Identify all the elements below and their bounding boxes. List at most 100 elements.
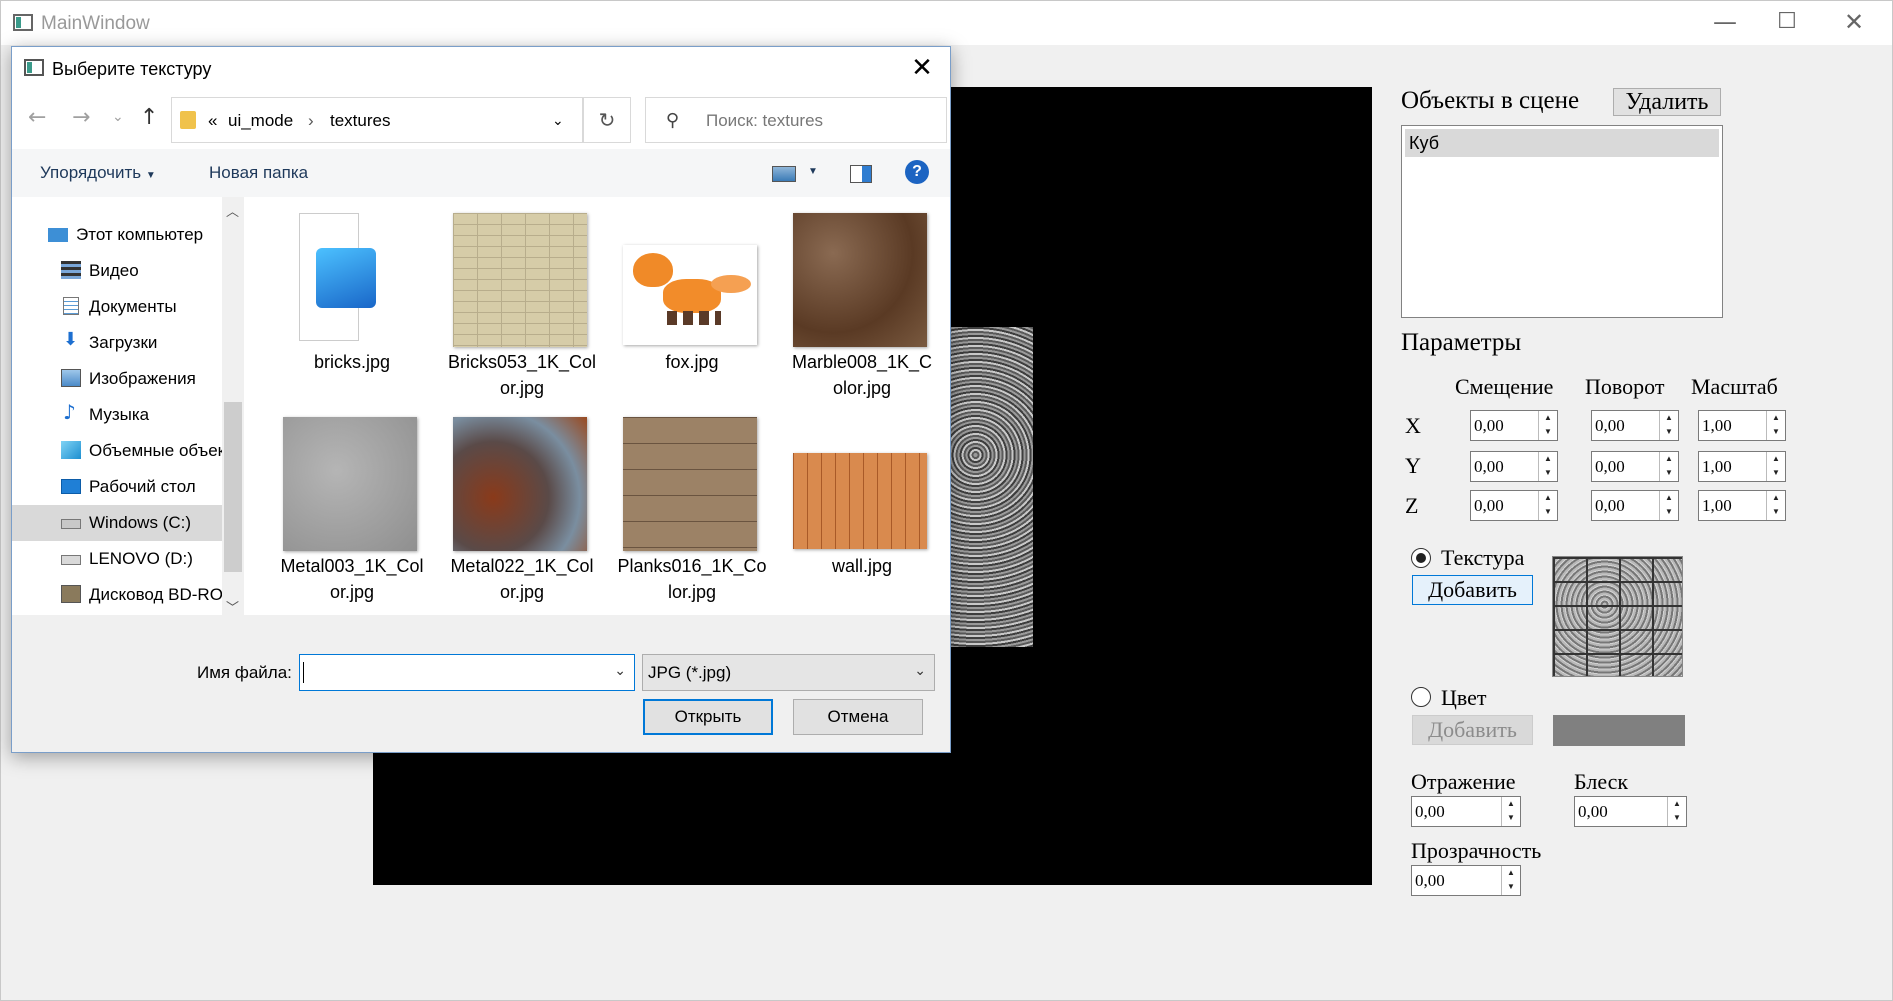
sidebar-item-video[interactable]: Видео — [12, 253, 222, 289]
file-dialog: Выберите текстуру ✕ ← → ⌄ ↑ « ui_mode › … — [11, 46, 951, 753]
params-title: Параметры — [1401, 329, 1522, 356]
address-dropdown-icon[interactable]: ⌄ — [552, 113, 564, 129]
spin-arrows[interactable]: ▲ ▼ — [1667, 797, 1686, 826]
view-options-chevron-icon[interactable]: ▼ — [808, 166, 818, 177]
scale-x-spinbox[interactable]: 1,00 ▲ ▼ — [1698, 410, 1786, 441]
metal003-thumbnail — [283, 417, 417, 551]
file-type-filter[interactable]: JPG (*.jpg) ⌄ — [642, 654, 935, 691]
scale-header: Масштаб — [1691, 374, 1778, 399]
sidebar-item-3d-objects[interactable]: Объемные объекты — [12, 433, 222, 469]
folder-icon — [180, 111, 196, 129]
breadcrumb-ui-mode[interactable]: ui_mode — [228, 111, 293, 131]
scroll-up-icon[interactable]: ︿ — [226, 201, 239, 220]
add-texture-button[interactable]: Добавить — [1412, 575, 1533, 605]
dialog-toolbar: Упорядочить ▼ Новая папка ▼ ? — [12, 149, 950, 197]
navigation-pane: Этот компьютер Видео Документы ⬇ Загрузк… — [12, 197, 222, 615]
chevron-down-icon: ▼ — [145, 170, 156, 181]
sidebar-item-bd-rom[interactable]: Дисковод BD-ROM — [12, 577, 222, 613]
sidebar-item-this-pc[interactable]: Этот компьютер — [12, 217, 222, 253]
view-mode-icon[interactable] — [772, 166, 796, 182]
organize-menu[interactable]: Упорядочить ▼ — [40, 163, 156, 183]
texture-radio-label: Текстура — [1441, 545, 1525, 570]
refresh-icon[interactable]: ↻ — [583, 97, 631, 143]
maximize-button[interactable]: ☐ — [1756, 1, 1818, 45]
marble-thumbnail — [793, 213, 927, 347]
filename-input[interactable]: ⌄ — [299, 654, 635, 691]
spin-arrows[interactable]: ▲ ▼ — [1501, 797, 1520, 826]
chevron-down-icon: ⌄ — [914, 663, 926, 679]
rotation-z-spinbox[interactable]: 0,00 ▲ ▼ — [1591, 490, 1679, 521]
cancel-button[interactable]: Отмена — [793, 699, 923, 735]
transparency-spinbox[interactable]: 0,00 ▲ ▼ — [1411, 865, 1521, 896]
spin-arrows[interactable]: ▲ ▼ — [1538, 491, 1557, 520]
add-color-button: Добавить — [1412, 715, 1533, 745]
main-titlebar: MainWindow — ☐ ✕ — [1, 1, 1892, 45]
close-button[interactable]: ✕ — [1823, 1, 1885, 45]
texture-radio[interactable] — [1411, 548, 1431, 568]
shine-spinbox[interactable]: 0,00 ▲ ▼ — [1574, 796, 1687, 827]
rotation-x-spinbox[interactable]: 0,00 ▲ ▼ — [1591, 410, 1679, 441]
address-bar[interactable]: « ui_mode › textures ⌄ — [171, 97, 583, 143]
sidebar-item-documents[interactable]: Документы — [12, 289, 222, 325]
sidebar-item-downloads[interactable]: ⬇ Загрузки — [12, 325, 222, 361]
rendered-cube — [951, 327, 1033, 647]
search-placeholder: Поиск: textures — [706, 111, 824, 130]
spin-arrows[interactable]: ▲ ▼ — [1538, 411, 1557, 440]
reflection-label: Отражение — [1411, 769, 1516, 794]
delete-button[interactable]: Удалить — [1613, 88, 1721, 116]
objects-list[interactable]: Куб — [1401, 125, 1723, 318]
spin-arrows[interactable]: ▲ ▼ — [1766, 411, 1785, 440]
rotation-y-spinbox[interactable]: 0,00 ▲ ▼ — [1591, 451, 1679, 482]
spin-arrows[interactable]: ▲ ▼ — [1659, 452, 1678, 481]
chevron-down-icon[interactable]: ⌄ — [614, 663, 626, 679]
breadcrumb-textures[interactable]: textures — [330, 111, 390, 131]
spin-arrows[interactable]: ▲ ▼ — [1659, 491, 1678, 520]
recent-locations-icon[interactable]: ⌄ — [112, 109, 124, 125]
offset-z-spinbox[interactable]: 0,00 ▲ ▼ — [1470, 490, 1558, 521]
axis-label-x: X — [1405, 413, 1421, 438]
spin-arrows[interactable]: ▲ ▼ — [1766, 491, 1785, 520]
help-icon[interactable]: ? — [905, 160, 929, 184]
spin-arrows[interactable]: ▲ ▼ — [1538, 452, 1557, 481]
reflection-spinbox[interactable]: 0,00 ▲ ▼ — [1411, 796, 1521, 827]
forward-arrow-icon[interactable]: → — [72, 105, 90, 130]
preview-pane-icon[interactable] — [850, 165, 872, 183]
scale-y-spinbox[interactable]: 1,00 ▲ ▼ — [1698, 451, 1786, 482]
color-preview — [1553, 715, 1685, 746]
up-arrow-icon[interactable]: ↑ — [140, 105, 158, 130]
color-radio[interactable] — [1411, 687, 1431, 707]
spin-arrows[interactable]: ▲ ▼ — [1766, 452, 1785, 481]
list-item[interactable]: Куб — [1405, 129, 1719, 157]
sidebar-item-lenovo-d[interactable]: LENOVO (D:) — [12, 541, 222, 577]
offset-x-spinbox[interactable]: 0,00 ▲ ▼ — [1470, 410, 1558, 441]
axis-label-y: Y — [1405, 453, 1421, 478]
image-file-icon — [299, 213, 376, 341]
pictures-icon — [61, 369, 81, 387]
back-arrow-icon[interactable]: ← — [28, 105, 46, 130]
sidebar-scrollbar[interactable]: ︿ ﹀ — [222, 197, 244, 616]
dialog-close-button[interactable]: ✕ — [904, 51, 940, 87]
open-button[interactable]: Открыть — [643, 699, 773, 735]
offset-y-spinbox[interactable]: 0,00 ▲ ▼ — [1470, 451, 1558, 482]
drive-c-icon — [61, 519, 81, 529]
scroll-down-icon[interactable]: ﹀ — [226, 597, 239, 616]
sidebar-item-desktop[interactable]: Рабочий стол — [12, 469, 222, 505]
3d-objects-icon — [61, 441, 81, 459]
scrollbar-thumb[interactable] — [224, 402, 242, 572]
minimize-button[interactable]: — — [1694, 1, 1756, 45]
bd-rom-icon — [61, 585, 81, 603]
rotation-header: Поворот — [1585, 374, 1665, 399]
spin-arrows[interactable]: ▲ ▼ — [1659, 411, 1678, 440]
spin-arrows[interactable]: ▲ ▼ — [1501, 866, 1520, 895]
sidebar-item-music[interactable]: ♪ Музыка — [12, 397, 222, 433]
dialog-titlebar: Выберите текстуру ✕ — [12, 47, 950, 91]
new-folder-button[interactable]: Новая папка — [209, 163, 308, 183]
sidebar-item-windows-c[interactable]: Windows (C:) — [12, 505, 222, 541]
filename-label: Имя файла: — [197, 663, 292, 682]
color-radio-label: Цвет — [1441, 685, 1487, 710]
breadcrumb-overflow[interactable]: « — [208, 111, 217, 131]
axis-label-z: Z — [1405, 493, 1419, 518]
sidebar-item-pictures[interactable]: Изображения — [12, 361, 222, 397]
search-box[interactable]: ⚲ Поиск: textures — [645, 97, 947, 143]
scale-z-spinbox[interactable]: 1,00 ▲ ▼ — [1698, 490, 1786, 521]
